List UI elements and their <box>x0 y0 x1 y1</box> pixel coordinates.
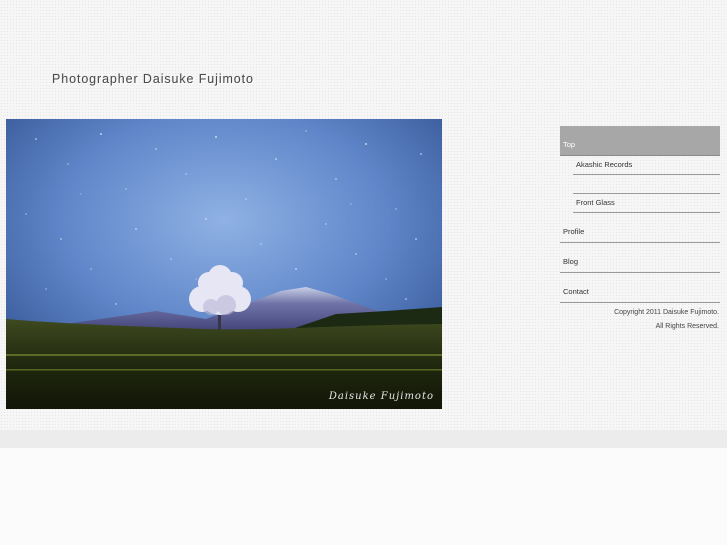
photo-image <box>6 119 442 409</box>
main-nav: Top Akashic Records Front Glass Profile … <box>560 126 720 303</box>
footer-band <box>0 430 727 448</box>
site-title[interactable]: Photographer Daisuke Fujimoto <box>52 72 254 86</box>
nav-top[interactable]: Top <box>560 126 720 156</box>
nav-front-glass[interactable]: Front Glass <box>573 194 720 213</box>
nav-contact[interactable]: Contact <box>560 273 720 303</box>
nav-akashic-records[interactable]: Akashic Records <box>573 156 720 175</box>
page-bottom <box>0 448 727 545</box>
nav-profile[interactable]: Profile <box>560 213 720 243</box>
main-photo: Daisuke Fujimoto <box>6 119 442 409</box>
photo-watermark: Daisuke Fujimoto <box>328 391 434 402</box>
nav-blog[interactable]: Blog <box>560 243 720 273</box>
copyright: Copyright 2011 Daisuke Fujimoto. All Rig… <box>560 306 719 334</box>
copyright-line1: Copyright 2011 Daisuke Fujimoto. <box>614 309 719 316</box>
copyright-line2: All Rights Reserved. <box>655 323 719 330</box>
nav-empty-item[interactable] <box>573 175 720 194</box>
